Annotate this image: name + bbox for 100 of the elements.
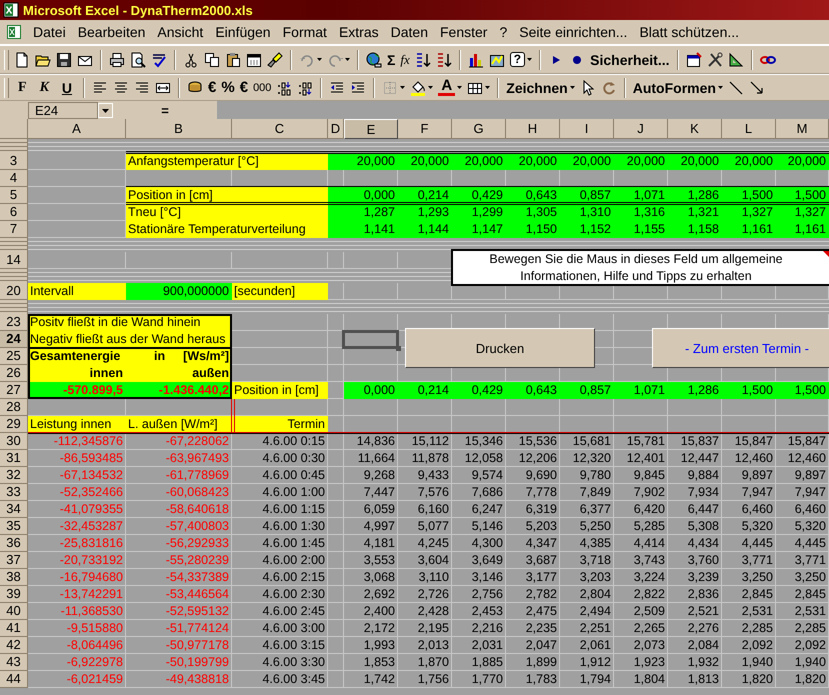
name-box[interactable]: E24 <box>28 102 98 118</box>
row-header[interactable]: 32 <box>0 467 28 484</box>
column-header[interactable]: D <box>328 119 344 139</box>
bold-button[interactable]: F <box>14 80 31 96</box>
row-header[interactable]: 41 <box>0 620 28 637</box>
fill-bucket-icon[interactable] <box>410 80 426 96</box>
column-header[interactable]: F <box>398 119 452 139</box>
row-header[interactable]: 26 <box>0 365 28 382</box>
column-header[interactable]: C <box>232 119 328 139</box>
row-header[interactable]: 42 <box>0 637 28 654</box>
menu-item[interactable]: Daten <box>384 24 434 40</box>
row-header[interactable]: 38 <box>0 569 28 586</box>
underline-button[interactable]: U <box>58 80 76 96</box>
row-header[interactable]: 29 <box>0 416 28 433</box>
workbook-icon[interactable] <box>6 24 22 40</box>
caret-icon[interactable] <box>485 86 490 89</box>
row-header[interactable]: 35 <box>0 518 28 535</box>
italic-button[interactable]: K <box>36 80 53 96</box>
font-color-button[interactable]: A <box>438 79 456 96</box>
row-header[interactable]: 5 <box>0 187 28 204</box>
formula-equals[interactable]: = <box>161 102 169 118</box>
caret-icon[interactable] <box>527 58 532 61</box>
form-icon[interactable] <box>686 52 702 68</box>
scissors-icon[interactable] <box>183 52 199 68</box>
line-icon[interactable] <box>728 80 744 96</box>
drawing-menu[interactable]: Zeichnen <box>506 80 568 96</box>
print-button[interactable]: Drucken <box>405 328 595 368</box>
new-page-icon[interactable] <box>14 52 30 68</box>
row-header[interactable]: 6 <box>0 204 28 221</box>
menu-item[interactable]: Blatt schützen... <box>633 24 746 40</box>
row-header[interactable]: 24 <box>0 331 28 348</box>
arrow-icon[interactable] <box>748 80 765 96</box>
clipboard-icon[interactable] <box>225 52 241 68</box>
printer-icon[interactable] <box>109 52 125 68</box>
tools-icon[interactable] <box>706 52 722 68</box>
menu-item[interactable]: Seite einrichten... <box>513 24 634 40</box>
menu-item[interactable]: Fenster <box>434 24 494 40</box>
column-header[interactable]: G <box>452 119 506 139</box>
caret-icon[interactable] <box>400 86 406 89</box>
comment-box[interactable]: Bewegen Sie die Maus in dieses Feld um allgemeine Informationen, Hilfe und Tipps zu erhalten <box>451 249 829 286</box>
column-header[interactable]: L <box>722 119 776 139</box>
row-header[interactable]: 7 <box>0 221 28 238</box>
menu-item[interactable]: Einfügen <box>209 24 277 40</box>
dropdown-icon[interactable] <box>98 102 113 118</box>
menu-item[interactable]: Extras <box>332 24 385 40</box>
column-header[interactable]: E <box>344 119 398 139</box>
row-header[interactable]: 20 <box>0 283 28 300</box>
function-button[interactable]: fx <box>400 52 410 68</box>
menu-item[interactable]: Datei <box>27 24 72 40</box>
percent-button[interactable]: % <box>221 80 235 96</box>
copy-icon[interactable] <box>204 52 220 68</box>
column-header[interactable]: M <box>776 119 829 139</box>
caret-icon[interactable] <box>428 86 434 89</box>
euro-button[interactable]: € <box>208 80 216 96</box>
menu-item[interactable]: ? <box>493 24 514 40</box>
column-header[interactable]: B <box>126 119 232 139</box>
row-header[interactable]: 3 <box>0 153 28 170</box>
row-header[interactable]: 39 <box>0 586 28 603</box>
menu-item[interactable]: Ansicht <box>151 24 210 40</box>
row-header[interactable]: 25 <box>0 348 28 365</box>
thousands-button[interactable]: 000 <box>253 80 272 96</box>
spell-check-icon[interactable] <box>151 52 167 68</box>
rotate-icon[interactable] <box>600 80 617 96</box>
row-header[interactable]: 40 <box>0 603 28 620</box>
sort-descending-icon[interactable] <box>436 52 452 68</box>
align-left-icon[interactable] <box>92 80 108 96</box>
help-button[interactable]: ? <box>510 52 526 67</box>
caret-icon[interactable] <box>718 86 723 89</box>
row-header[interactable]: 31 <box>0 450 28 467</box>
sort-ascending-icon[interactable] <box>414 52 431 68</box>
security-button[interactable]: Sicherheit... <box>590 52 670 68</box>
caret-icon[interactable] <box>317 58 322 61</box>
caret-icon[interactable] <box>570 86 575 89</box>
column-header[interactable]: K <box>668 119 722 139</box>
row-header[interactable]: 33 <box>0 484 28 501</box>
align-center-icon[interactable] <box>113 80 130 96</box>
autosum-button[interactable]: Σ <box>387 52 396 68</box>
caret-icon[interactable] <box>345 58 350 61</box>
column-header[interactable]: J <box>614 119 668 139</box>
menu-item[interactable]: Bearbeiten <box>72 24 152 40</box>
calendar-icon[interactable] <box>246 52 262 68</box>
row-header[interactable]: 36 <box>0 535 28 552</box>
euro-button[interactable]: € <box>240 80 248 96</box>
bar-chart-icon[interactable] <box>468 52 484 68</box>
row-header[interactable]: 30 <box>0 433 28 450</box>
row-header[interactable]: 34 <box>0 501 28 518</box>
column-header[interactable]: H <box>506 119 560 139</box>
caret-icon[interactable] <box>457 86 462 89</box>
decrease-decimal-icon[interactable] <box>297 80 314 96</box>
row-header[interactable]: 27 <box>0 382 28 399</box>
menu-item[interactable]: Format <box>276 24 333 40</box>
increase-indent-icon[interactable] <box>350 80 366 96</box>
row-header[interactable]: 43 <box>0 654 28 671</box>
align-right-icon[interactable] <box>134 80 150 96</box>
row-header[interactable]: 44 <box>0 671 28 688</box>
row-header[interactable]: 37 <box>0 552 28 569</box>
print-preview-icon[interactable] <box>130 52 146 68</box>
row-header[interactable]: 4 <box>0 170 28 187</box>
row-header[interactable]: 23 <box>0 314 28 331</box>
column-header[interactable]: I <box>560 119 614 139</box>
